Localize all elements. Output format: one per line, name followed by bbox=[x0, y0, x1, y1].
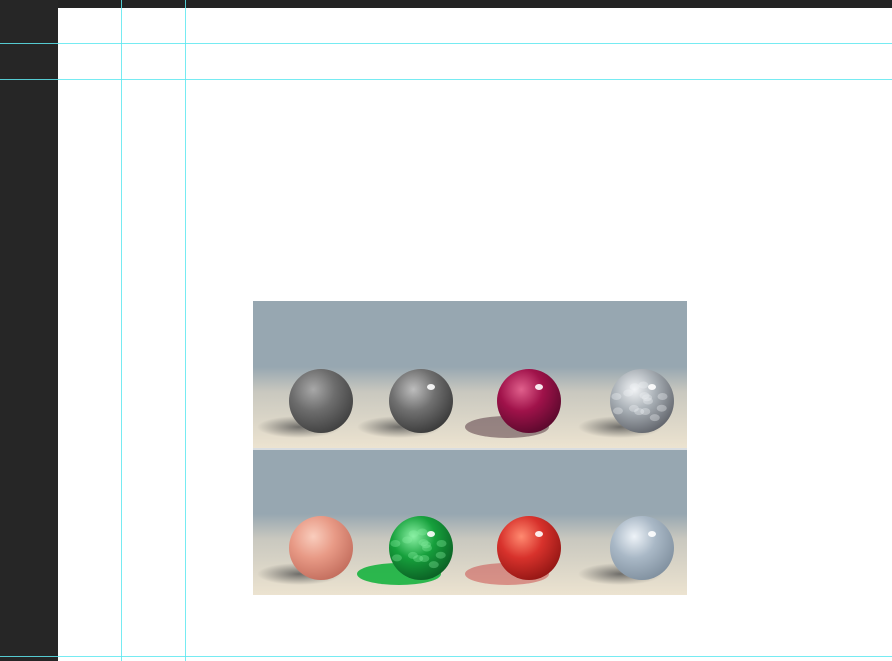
horizontal-guide[interactable] bbox=[0, 656, 892, 657]
horizontal-guide[interactable] bbox=[0, 79, 892, 80]
placed-image-material-spheres[interactable] bbox=[253, 301, 687, 595]
horizontal-guide[interactable] bbox=[0, 43, 892, 44]
pasteboard-left bbox=[0, 0, 58, 661]
vertical-guide[interactable] bbox=[185, 0, 186, 661]
vertical-guide[interactable] bbox=[121, 0, 122, 661]
material-spheres-image bbox=[253, 301, 687, 595]
pasteboard-top bbox=[0, 0, 892, 8]
sphere-row bbox=[253, 301, 687, 448]
sphere-row bbox=[253, 448, 687, 595]
